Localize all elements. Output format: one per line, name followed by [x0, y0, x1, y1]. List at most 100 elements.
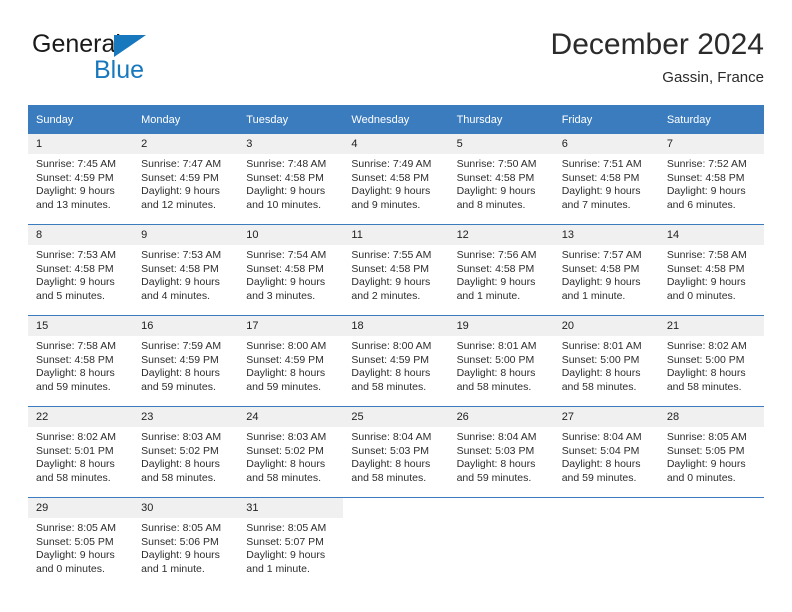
day-cell-inner: 4 Sunrise: 7:49 AM Sunset: 4:58 PM Daylight…	[343, 134, 449, 224]
sunrise-time: Sunrise: 7:52 AM	[666, 158, 747, 170]
sunrise-time: Sunrise: 7:54 AM	[246, 249, 327, 261]
day-details: Sunrise: 7:50 AM Sunset: 4:58 PM Daylight:…	[449, 154, 554, 212]
daylight-duration-line2: and 1 minute.	[246, 562, 310, 575]
day-number: 5	[448, 134, 554, 154]
day-number	[553, 498, 659, 518]
daylight-duration-line1: Daylight: 9 hours	[36, 185, 115, 198]
sunrise-time: Sunrise: 8:04 AM	[351, 431, 432, 443]
calendar-day-cell[interactable]: 1 Sunrise: 7:45 AM Sunset: 4:59 PM Daylight…	[28, 134, 134, 225]
day-cell-inner: 31 Sunrise: 8:05 AM Sunset: 5:07 PM Dayligh…	[238, 498, 344, 588]
daylight-duration-line2: and 59 minutes.	[456, 471, 532, 484]
calendar-day-cell[interactable]: 10 Sunrise: 7:54 AM Sunset: 4:58 PM Dayligh…	[238, 224, 344, 316]
day-cell-inner: 14 Sunrise: 7:58 AM Sunset: 4:58 PM Dayligh…	[658, 225, 764, 315]
day-cell-inner: 26 Sunrise: 8:04 AM Sunset: 5:03 PM Dayligh…	[448, 407, 554, 497]
weekday-header-saturday: Saturday	[658, 105, 764, 134]
daylight-duration-line1: Daylight: 8 hours	[36, 458, 115, 471]
calendar-day-cell[interactable]: 8 Sunrise: 7:53 AM Sunset: 4:58 PM Daylight…	[28, 224, 134, 316]
daylight-duration-line1: Daylight: 9 hours	[666, 185, 746, 198]
page-header: General Blue December 2024 Gassin, Franc…	[28, 26, 764, 98]
calendar-day-cell[interactable]: 31 Sunrise: 8:05 AM Sunset: 5:07 PM Dayligh…	[238, 497, 344, 588]
sunset-time: Sunset: 4:58 PM	[351, 262, 430, 275]
calendar-day-cell[interactable]: 2 Sunrise: 7:47 AM Sunset: 4:59 PM Daylight…	[133, 134, 239, 225]
day-number: 10	[238, 225, 344, 245]
sunrise-time: Sunrise: 8:02 AM	[36, 431, 116, 443]
title-block: December 2024 Gassin, France	[551, 26, 764, 89]
day-number: 2	[133, 134, 239, 154]
daylight-duration-line1: Daylight: 8 hours	[246, 458, 326, 471]
sunset-time: Sunset: 4:59 PM	[141, 171, 219, 184]
calendar-day-cell[interactable]: 21 Sunrise: 8:02 AM Sunset: 5:00 PM Dayligh…	[658, 315, 764, 407]
calendar-day-cell[interactable]: 29 Sunrise: 8:05 AM Sunset: 5:05 PM Dayligh…	[28, 497, 134, 588]
calendar-day-cell-empty	[343, 497, 449, 588]
daylight-duration-line2: and 0 minutes.	[666, 471, 736, 484]
sunset-time: Sunset: 4:58 PM	[456, 262, 535, 275]
calendar-day-cell[interactable]: 5 Sunrise: 7:50 AM Sunset: 4:58 PM Daylight…	[448, 134, 554, 225]
calendar-day-cell[interactable]: 30 Sunrise: 8:05 AM Sunset: 5:06 PM Dayligh…	[133, 497, 239, 588]
sunset-time: Sunset: 5:02 PM	[141, 444, 219, 457]
sunset-time: Sunset: 5:05 PM	[666, 444, 745, 457]
day-number: 17	[238, 316, 344, 336]
calendar-day-cell[interactable]: 14 Sunrise: 7:58 AM Sunset: 4:58 PM Dayligh…	[658, 224, 764, 316]
day-cell-inner: 10 Sunrise: 7:54 AM Sunset: 4:58 PM Dayligh…	[238, 225, 344, 315]
calendar-day-cell[interactable]: 17 Sunrise: 8:00 AM Sunset: 4:59 PM Dayligh…	[238, 315, 344, 407]
day-cell-inner: 16 Sunrise: 7:59 AM Sunset: 4:59 PM Dayligh…	[133, 316, 239, 406]
general-blue-logo[interactable]: General Blue	[32, 30, 222, 88]
weekday-header-wednesday: Wednesday	[343, 105, 449, 134]
logo-text-general: General	[32, 30, 121, 58]
calendar-day-cell[interactable]: 18 Sunrise: 8:00 AM Sunset: 4:59 PM Dayligh…	[343, 315, 449, 407]
sunset-time: Sunset: 5:02 PM	[246, 444, 324, 457]
day-number: 24	[238, 407, 344, 427]
daylight-duration-line2: and 58 minutes.	[246, 471, 321, 484]
day-number: 31	[238, 498, 344, 518]
day-cell-inner: 27 Sunrise: 8:04 AM Sunset: 5:04 PM Dayligh…	[553, 407, 659, 497]
calendar-day-cell[interactable]: 26 Sunrise: 8:04 AM Sunset: 5:03 PM Dayligh…	[448, 406, 554, 498]
calendar-day-cell-empty	[448, 497, 554, 588]
calendar-day-cell[interactable]: 6 Sunrise: 7:51 AM Sunset: 4:58 PM Daylight…	[553, 134, 659, 225]
day-number: 13	[553, 225, 659, 245]
daylight-duration-line2: and 6 minutes.	[666, 198, 736, 211]
daylight-duration-line2: and 4 minutes.	[141, 289, 211, 302]
calendar-day-cell[interactable]: 19 Sunrise: 8:01 AM Sunset: 5:00 PM Dayligh…	[448, 315, 554, 407]
calendar-day-cell[interactable]: 11 Sunrise: 7:55 AM Sunset: 4:58 PM Dayligh…	[343, 224, 449, 316]
sunrise-time: Sunrise: 7:55 AM	[351, 249, 432, 261]
sunrise-time: Sunrise: 7:50 AM	[456, 158, 537, 170]
calendar-day-cell[interactable]: 15 Sunrise: 7:58 AM Sunset: 4:58 PM Dayligh…	[28, 315, 134, 407]
calendar-day-cell[interactable]: 16 Sunrise: 7:59 AM Sunset: 4:59 PM Dayligh…	[133, 315, 239, 407]
sunrise-time: Sunrise: 7:53 AM	[141, 249, 222, 261]
calendar-day-cell[interactable]: 20 Sunrise: 8:01 AM Sunset: 5:00 PM Dayligh…	[553, 315, 659, 407]
daylight-duration-line2: and 13 minutes.	[36, 198, 111, 211]
day-number: 23	[133, 407, 239, 427]
day-details: Sunrise: 7:52 AM Sunset: 4:58 PM Daylight:…	[659, 154, 764, 212]
daylight-duration-line1: Daylight: 9 hours	[561, 276, 641, 289]
calendar-day-cell[interactable]: 27 Sunrise: 8:04 AM Sunset: 5:04 PM Dayligh…	[553, 406, 659, 498]
day-details: Sunrise: 8:01 AM Sunset: 5:00 PM Daylight:…	[554, 336, 659, 394]
calendar-day-cell[interactable]: 13 Sunrise: 7:57 AM Sunset: 4:58 PM Dayligh…	[553, 224, 659, 316]
calendar-day-cell[interactable]: 24 Sunrise: 8:03 AM Sunset: 5:02 PM Dayligh…	[238, 406, 344, 498]
sunset-time: Sunset: 5:05 PM	[36, 535, 114, 548]
calendar-day-cell[interactable]: 9 Sunrise: 7:53 AM Sunset: 4:58 PM Daylight…	[133, 224, 239, 316]
day-number: 11	[343, 225, 449, 245]
calendar-day-cell[interactable]: 28 Sunrise: 8:05 AM Sunset: 5:05 PM Dayligh…	[658, 406, 764, 498]
daylight-duration-line2: and 3 minutes.	[246, 289, 316, 302]
calendar-day-cell[interactable]: 7 Sunrise: 7:52 AM Sunset: 4:58 PM Daylight…	[658, 134, 764, 225]
sunrise-time: Sunrise: 7:57 AM	[561, 249, 642, 261]
day-number: 28	[658, 407, 764, 427]
day-number: 6	[553, 134, 659, 154]
calendar-week-row: 29 Sunrise: 8:05 AM Sunset: 5:05 PM Dayligh…	[28, 497, 764, 588]
sunset-time: Sunset: 5:07 PM	[246, 535, 324, 548]
calendar-day-cell[interactable]: 3 Sunrise: 7:48 AM Sunset: 4:58 PM Daylight…	[238, 134, 344, 225]
logo-triangle-icon	[114, 35, 146, 57]
weekday-header-monday: Monday	[133, 105, 239, 134]
sunrise-time: Sunrise: 8:03 AM	[141, 431, 222, 443]
calendar-day-cell[interactable]: 23 Sunrise: 8:03 AM Sunset: 5:02 PM Dayligh…	[133, 406, 239, 498]
day-cell-inner: 7 Sunrise: 7:52 AM Sunset: 4:58 PM Daylight…	[658, 134, 764, 224]
day-cell-inner	[553, 498, 659, 588]
calendar-day-cell[interactable]: 12 Sunrise: 7:56 AM Sunset: 4:58 PM Dayligh…	[448, 224, 554, 316]
day-number	[448, 498, 554, 518]
calendar-day-cell[interactable]: 4 Sunrise: 7:49 AM Sunset: 4:58 PM Daylight…	[343, 134, 449, 225]
sunset-time: Sunset: 4:59 PM	[351, 353, 430, 366]
day-details: Sunrise: 8:00 AM Sunset: 4:59 PM Daylight:…	[343, 336, 448, 394]
day-number: 27	[553, 407, 659, 427]
calendar-day-cell[interactable]: 25 Sunrise: 8:04 AM Sunset: 5:03 PM Dayligh…	[343, 406, 449, 498]
calendar-day-cell[interactable]: 22 Sunrise: 8:02 AM Sunset: 5:01 PM Dayligh…	[28, 406, 134, 498]
